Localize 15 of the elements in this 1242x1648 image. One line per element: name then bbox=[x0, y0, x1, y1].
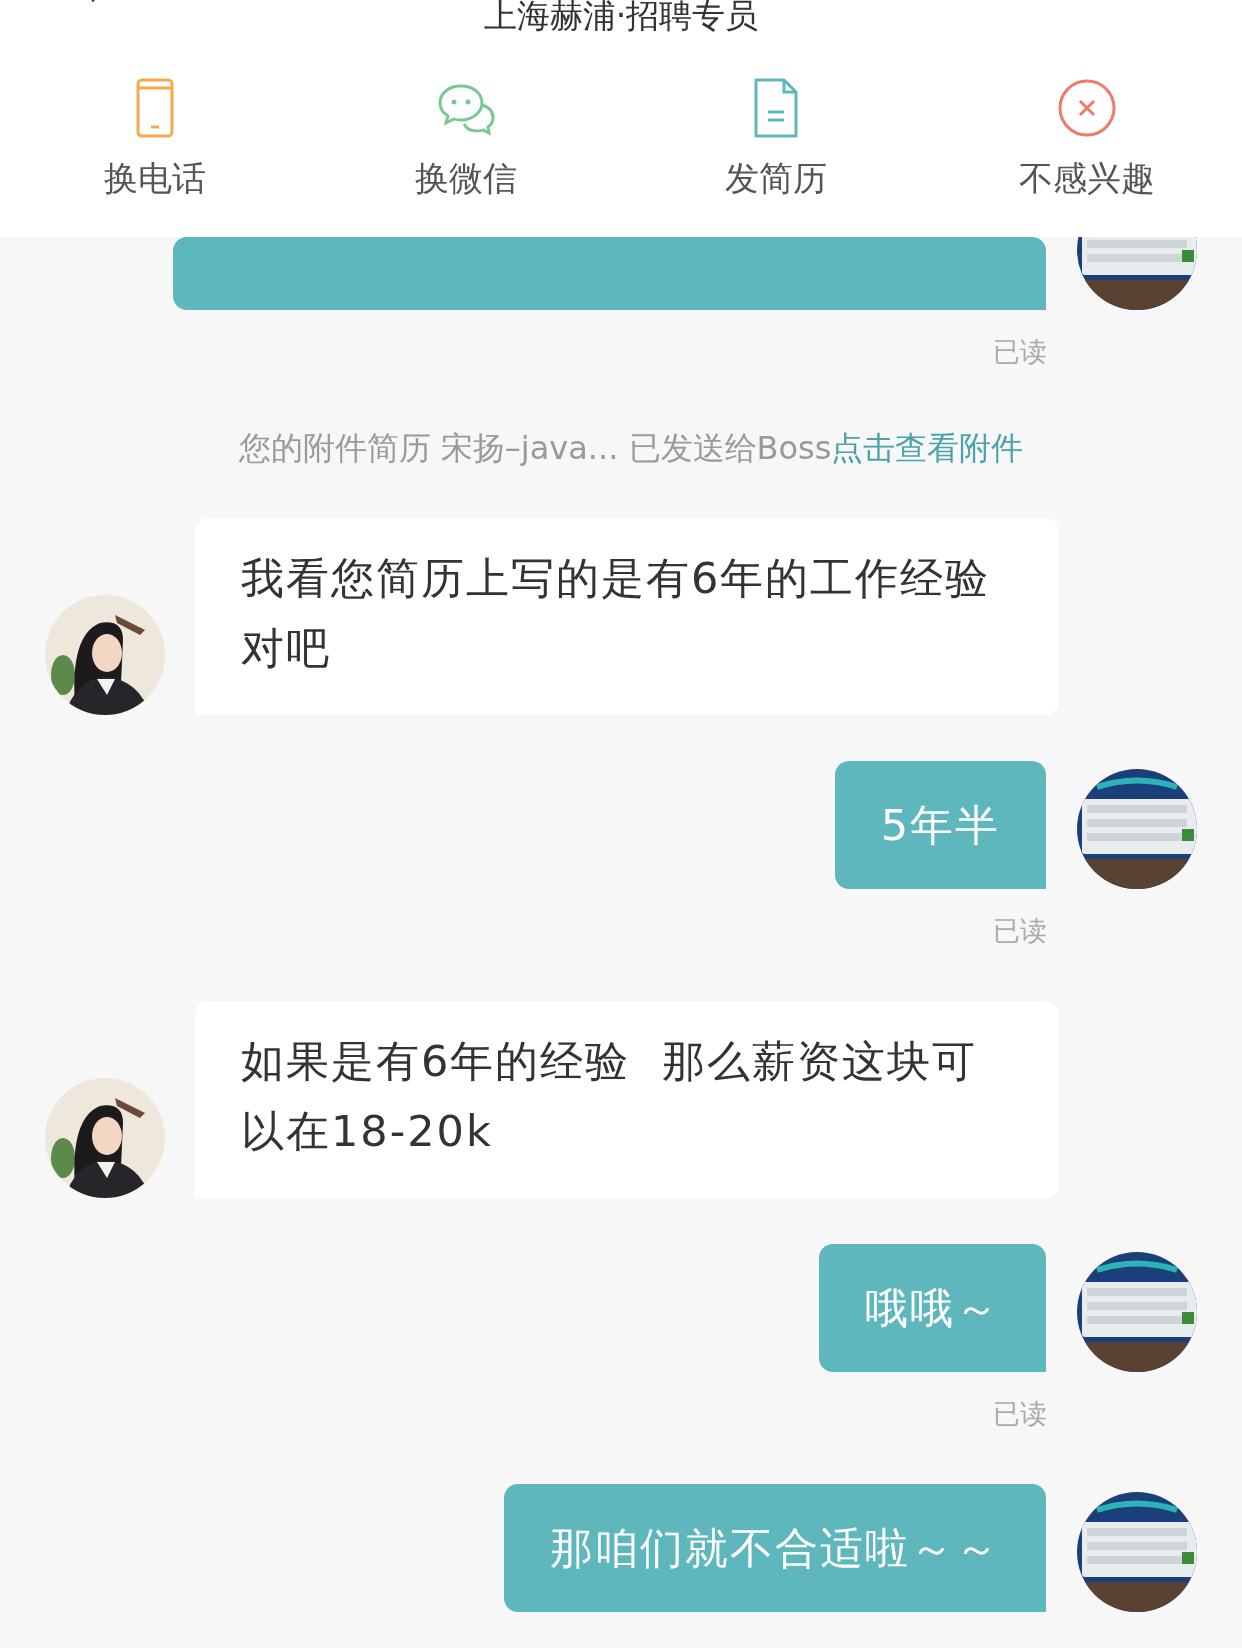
read-status: 已读 bbox=[993, 915, 1047, 946]
action-button[interactable]: 不感兴趣 bbox=[931, 44, 1242, 202]
resume-notice: 您的附件简历 宋扬–java... 已发送给Boss点击查看附件 bbox=[238, 429, 1024, 467]
action-button[interactable]: 发简历 bbox=[621, 44, 932, 202]
received-message: 我看您简历上写的是有6年的工作经验对吧 bbox=[195, 518, 1059, 715]
sent-message: 5年半 bbox=[834, 761, 1046, 889]
window-title: 上海赫浦·招聘专员 bbox=[483, 0, 759, 35]
received-message: 如果是有6年的经验 那么薪资这块可以在18-20k bbox=[195, 1001, 1059, 1198]
close-circle-icon bbox=[1056, 78, 1117, 138]
read-status: 已读 bbox=[993, 336, 1047, 367]
action-button[interactable]: 换微信 bbox=[310, 44, 621, 202]
sent-message: 那咱们就不合适啦～～ bbox=[504, 1484, 1046, 1612]
action-button[interactable]: 换电话 bbox=[0, 44, 311, 202]
read-status: 已读 bbox=[993, 1398, 1047, 1429]
sent-message: 哦哦～ bbox=[819, 1244, 1046, 1372]
